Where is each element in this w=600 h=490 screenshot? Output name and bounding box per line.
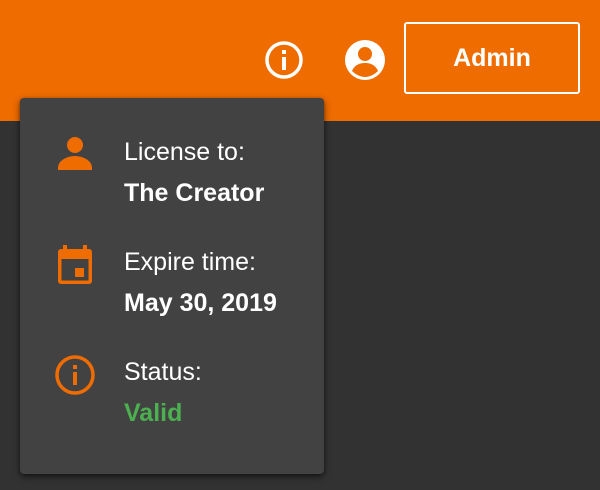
info-button[interactable] [262, 38, 306, 82]
account-circle-icon [345, 40, 385, 80]
info-outline-icon [265, 41, 303, 79]
info-outline-icon [55, 355, 95, 395]
account-button[interactable] [343, 38, 387, 82]
status-label: Status: [124, 358, 202, 386]
expire-label: Expire time: [124, 248, 256, 276]
license-info-popover: License to: The Creator Expire time: May… [20, 98, 324, 474]
expire-value: May 30, 2019 [124, 289, 277, 317]
calendar-icon [58, 245, 92, 284]
status-value: Valid [124, 399, 183, 427]
admin-button[interactable]: Admin [404, 22, 580, 94]
license-value: The Creator [124, 179, 265, 207]
license-label: License to: [124, 138, 245, 166]
person-icon [58, 137, 92, 170]
